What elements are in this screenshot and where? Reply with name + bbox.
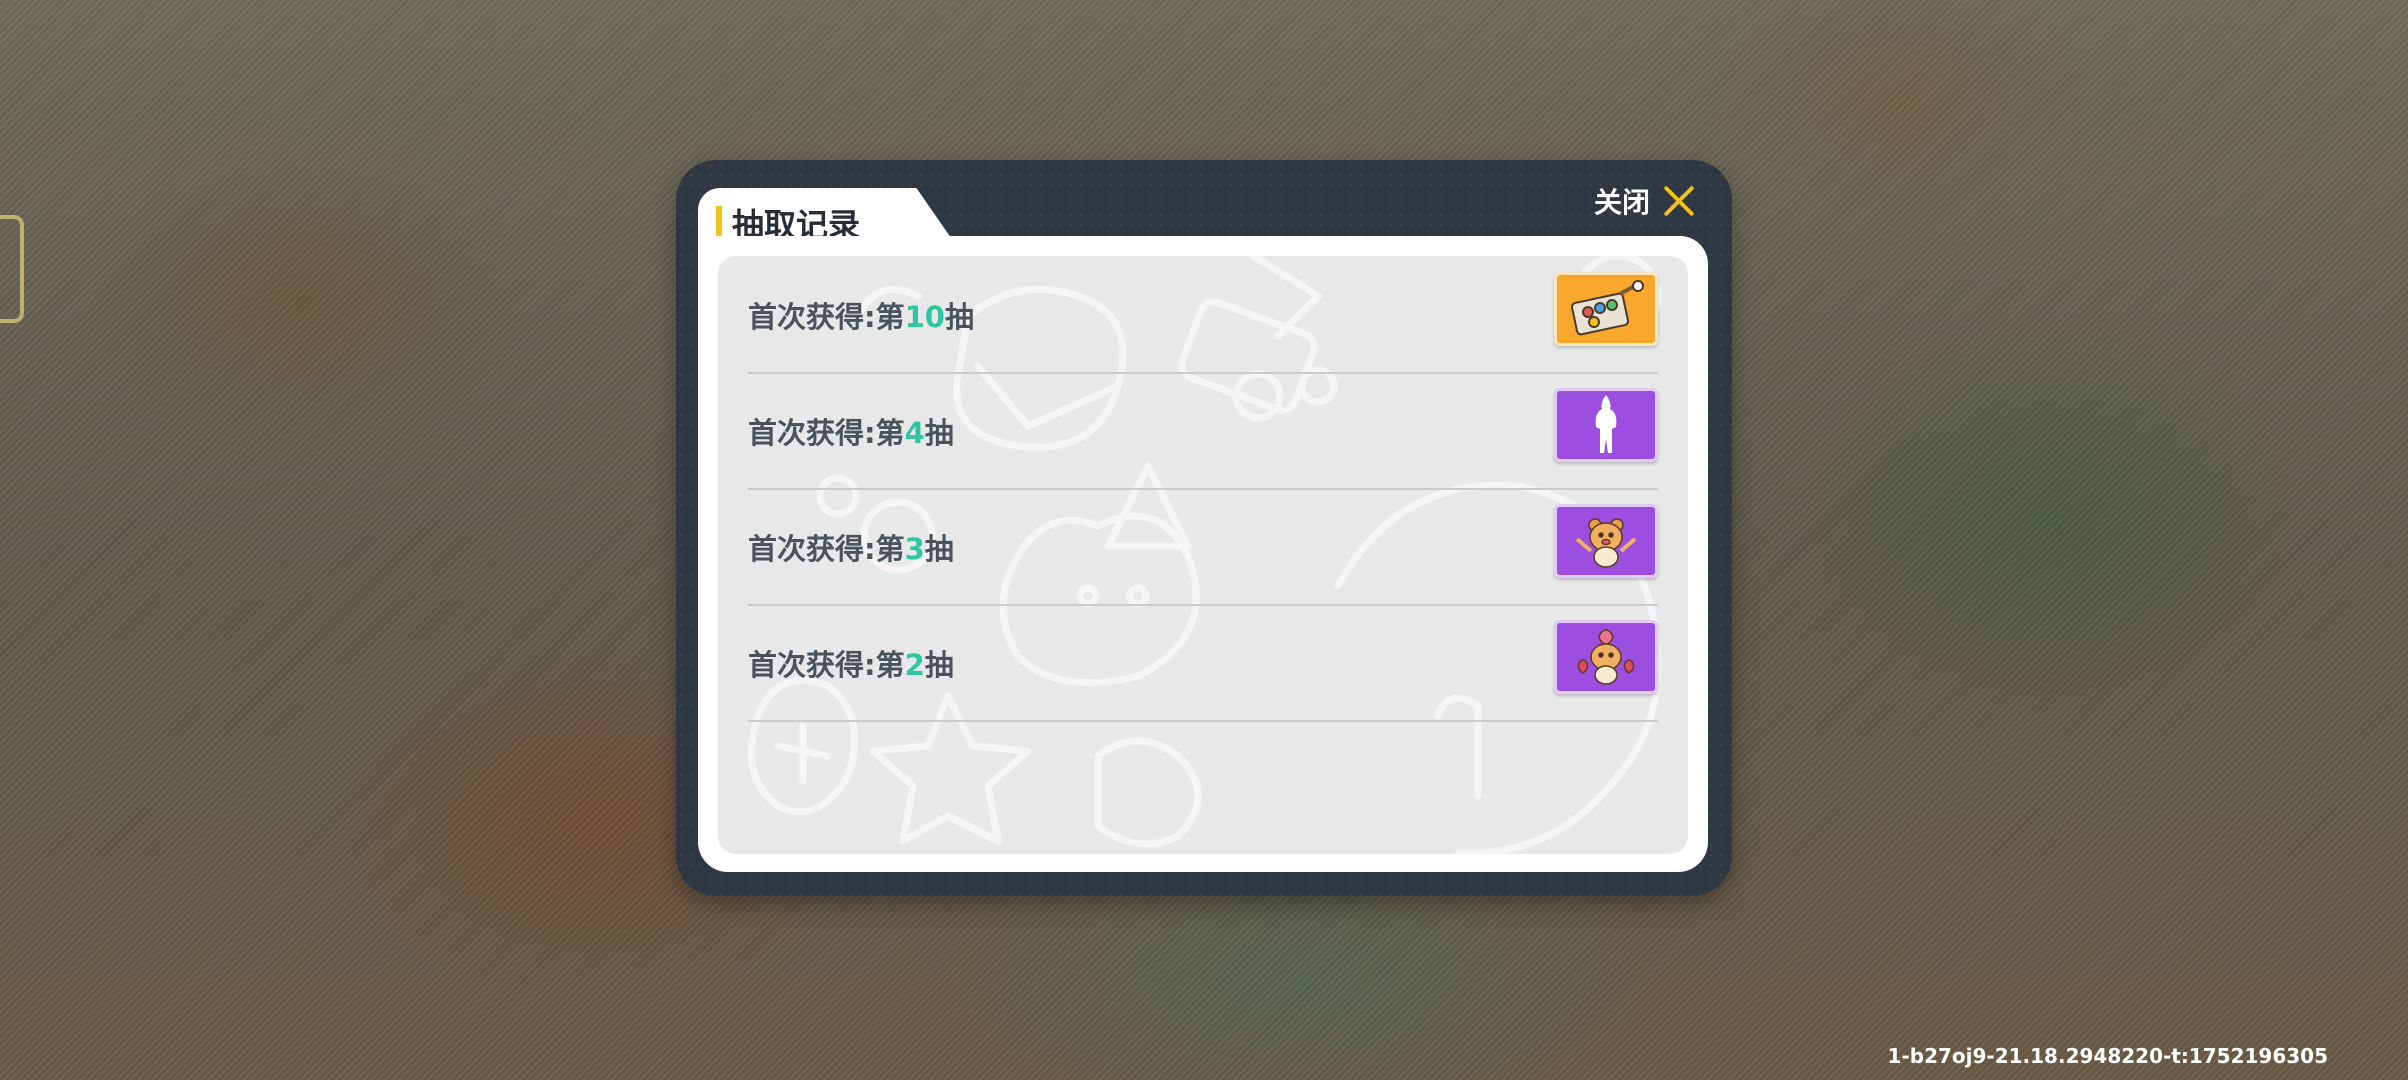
close-label: 关闭 bbox=[1593, 186, 1650, 219]
draw-number: 4 bbox=[904, 416, 925, 450]
record-text: 首次获得:第3抽 bbox=[748, 526, 954, 568]
record-suffix: 抽 bbox=[944, 300, 974, 334]
list-item: 首次获得:第2抽 bbox=[748, 604, 1658, 722]
record-text: 首次获得:第2抽 bbox=[748, 642, 954, 684]
record-text: 首次获得:第10抽 bbox=[748, 294, 974, 336]
record-suffix: 抽 bbox=[924, 648, 954, 682]
draw-number: 3 bbox=[904, 532, 925, 566]
draw-number: 2 bbox=[904, 648, 925, 682]
draw-record-dialog: 抽取记录 关闭 首次获得:第10抽 首次获得:第4抽 首次获得:第3抽 首次获得… bbox=[676, 160, 1732, 896]
record-text: 首次获得:第4抽 bbox=[748, 410, 954, 452]
close-button[interactable]: 关闭 bbox=[1594, 180, 1696, 222]
content-panel: 首次获得:第10抽 首次获得:第4抽 首次获得:第3抽 首次获得:第2抽 bbox=[698, 236, 1708, 872]
record-list[interactable]: 首次获得:第10抽 首次获得:第4抽 首次获得:第3抽 首次获得:第2抽 bbox=[718, 256, 1688, 854]
list-item: 首次获得:第3抽 bbox=[748, 488, 1658, 606]
record-prefix: 首次获得:第 bbox=[748, 416, 905, 450]
close-icon[interactable] bbox=[1662, 184, 1696, 218]
record-suffix: 抽 bbox=[924, 532, 954, 566]
bear-hearts-icon[interactable] bbox=[1554, 620, 1658, 694]
record-prefix: 首次获得:第 bbox=[748, 532, 905, 566]
bear-waving-icon[interactable] bbox=[1554, 504, 1658, 578]
record-prefix: 首次获得:第 bbox=[748, 300, 905, 334]
title-accent-bar bbox=[716, 206, 722, 236]
build-id-watermark: 1-b27oj9-21.18.2948220-t:1752196305 bbox=[1887, 1044, 2328, 1068]
list-item: 首次获得:第10抽 bbox=[748, 256, 1658, 374]
list-item: 首次获得:第4抽 bbox=[748, 372, 1658, 490]
side-hexagon-button[interactable] bbox=[0, 215, 24, 323]
record-prefix: 首次获得:第 bbox=[748, 648, 905, 682]
draw-number: 10 bbox=[904, 300, 945, 334]
paintbox-icon[interactable] bbox=[1554, 272, 1658, 346]
record-suffix: 抽 bbox=[924, 416, 954, 450]
figure-silhouette-icon[interactable] bbox=[1554, 388, 1658, 462]
